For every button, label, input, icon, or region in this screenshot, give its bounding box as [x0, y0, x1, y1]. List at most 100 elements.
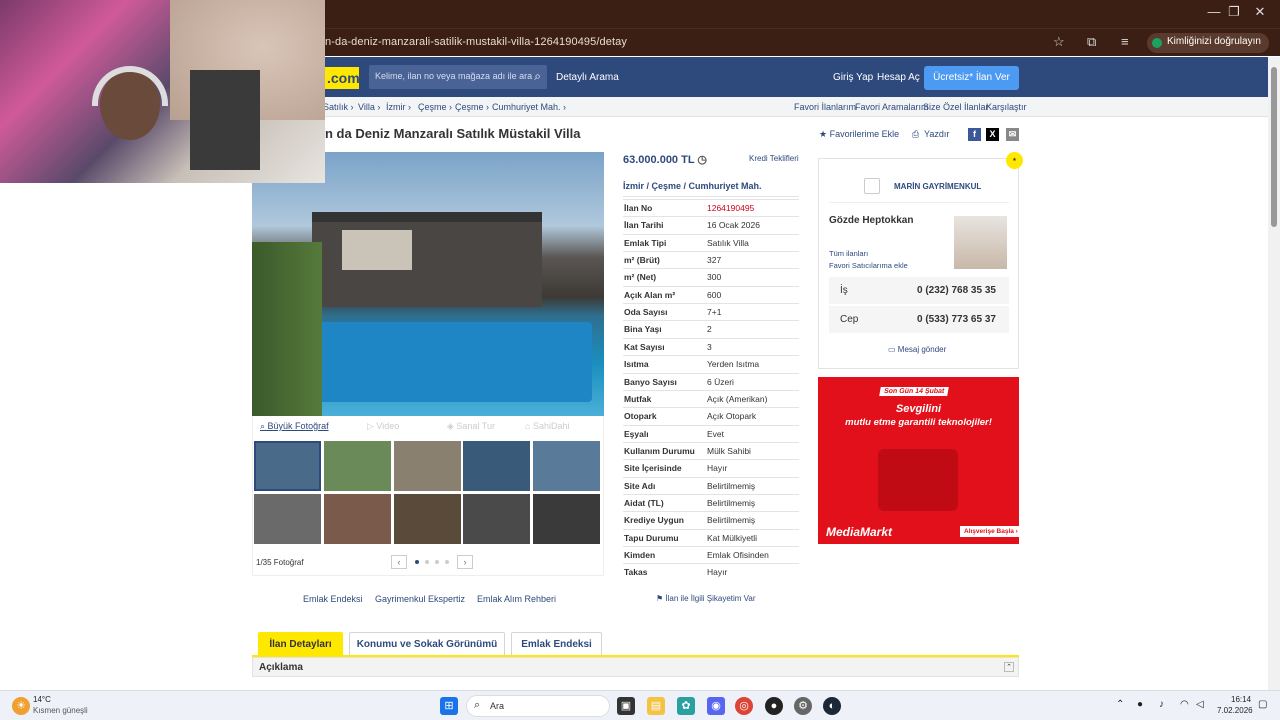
- breadcrumb-item[interactable]: Cumhuriyet Mah. ›: [492, 102, 566, 112]
- thumbnail[interactable]: [533, 441, 600, 491]
- pager-dot[interactable]: [435, 560, 439, 564]
- facebook-icon[interactable]: f: [968, 128, 981, 141]
- weather-icon[interactable]: ☀: [12, 697, 30, 715]
- thumbnail[interactable]: [394, 494, 461, 544]
- thumbnail[interactable]: [254, 441, 321, 491]
- notification-icon[interactable]: ▢: [1258, 699, 1267, 710]
- print-link[interactable]: Yazdır: [924, 129, 949, 139]
- footer-link-guide[interactable]: Emlak Alım Rehberi: [477, 594, 556, 604]
- special-listings-link[interactable]: Size Özel İlanlar: [923, 102, 989, 112]
- tray-chevron-icon[interactable]: ⌃: [1116, 699, 1124, 710]
- scrollbar-thumb[interactable]: [1271, 67, 1277, 227]
- thumbnail[interactable]: [254, 494, 321, 544]
- extensions-icon[interactable]: ⧉: [1087, 34, 1096, 50]
- page-scrollbar[interactable]: [1268, 57, 1280, 690]
- seller-badge-icon: ★: [1006, 152, 1023, 169]
- signup-link[interactable]: Hesap Aç: [877, 72, 920, 83]
- wifi-icon[interactable]: ◠: [1180, 699, 1189, 710]
- virtual-tour-link[interactable]: ◈ Sanal Tur: [447, 421, 495, 432]
- thumbnail[interactable]: [324, 441, 391, 491]
- all-listings-link[interactable]: Tüm ilanları: [829, 249, 868, 258]
- ad-button[interactable]: Alışverişe Başla ›: [960, 526, 1019, 537]
- big-photo-link[interactable]: ⌕ Büyük Fotoğraf: [260, 421, 329, 432]
- breadcrumb-item[interactable]: Çeşme ›: [455, 102, 489, 112]
- location-breadcrumb[interactable]: İzmir / Çeşme / Cumhuriyet Mah.: [623, 181, 762, 191]
- fav-seller-link[interactable]: Favori Satıcılarıma ekle: [829, 261, 908, 270]
- owner-link[interactable]: ⌂ SahiDahi: [525, 421, 569, 431]
- add-favorite-link[interactable]: ★ Favorilerime Ekle: [819, 129, 899, 140]
- taskbar-search[interactable]: ⌕ Ara: [466, 695, 610, 717]
- search-icon[interactable]: ⌕: [534, 69, 541, 84]
- advertisement-banner[interactable]: Son Gün 14 Şubat Sevgilini mutlu etme ga…: [818, 377, 1019, 544]
- collapse-icon[interactable]: ⌃: [1004, 662, 1014, 672]
- steam-icon[interactable]: ◐: [823, 697, 841, 715]
- thumbnail[interactable]: [533, 494, 600, 544]
- footer-link-index[interactable]: Emlak Endeksi: [303, 594, 363, 604]
- clock-date[interactable]: 7.02.2026: [1217, 706, 1253, 715]
- print-icon[interactable]: ⎙: [912, 129, 919, 140]
- company-logo[interactable]: [864, 178, 880, 194]
- breadcrumb-item[interactable]: Villa ›: [358, 102, 380, 112]
- discord-icon[interactable]: ◉: [707, 697, 725, 715]
- mail-icon[interactable]: ✉: [1006, 128, 1019, 141]
- task-view-icon[interactable]: ▣: [617, 697, 635, 715]
- thumbnail[interactable]: [463, 494, 530, 544]
- media-icon[interactable]: ≡: [1121, 34, 1129, 49]
- verify-identity-chip[interactable]: Kimliğinizi doğrulayın: [1147, 33, 1269, 53]
- pager-dot[interactable]: [415, 560, 419, 564]
- main-photo[interactable]: [252, 152, 604, 416]
- work-phone-row[interactable]: İş 0 (232) 768 35 35: [829, 277, 1009, 304]
- url-text[interactable]: n-da-deniz-manzarali-satilik-mustakil-vi…: [325, 36, 627, 48]
- detail-value: Belirtilmemiş: [707, 515, 756, 526]
- microphone-icon[interactable]: ♪: [1159, 699, 1164, 710]
- prev-photo-button[interactable]: ‹: [391, 555, 407, 569]
- detail-label: Site Adı: [624, 480, 656, 491]
- app-icon[interactable]: ✿: [677, 697, 695, 715]
- tab-listing-details[interactable]: İlan Detayları: [258, 632, 343, 656]
- pager-dot[interactable]: [425, 560, 429, 564]
- post-listing-button[interactable]: Ücretsiz* İlan Ver: [924, 66, 1019, 90]
- breadcrumb-item[interactable]: İzmir ›: [386, 102, 411, 112]
- site-logo[interactable]: .com: [325, 67, 360, 89]
- chrome-icon[interactable]: ◎: [735, 697, 753, 715]
- tab-location[interactable]: Konumu ve Sokak Görünümü: [349, 632, 505, 656]
- credit-offers-link[interactable]: Kredi Teklifleri: [749, 154, 799, 163]
- description-header[interactable]: Açıklama ⌃: [252, 657, 1019, 677]
- thumbnail[interactable]: [394, 441, 461, 491]
- obs-icon[interactable]: ●: [765, 697, 783, 715]
- favorite-searches-link[interactable]: Favori Aramalarım: [855, 102, 929, 112]
- close-window-button[interactable]: ✕: [1240, 4, 1280, 20]
- send-message-link[interactable]: ▭ Mesaj gönder: [888, 345, 946, 354]
- login-link[interactable]: Giriş Yap: [833, 72, 873, 83]
- footer-link-expertise[interactable]: Gayrimenkul Ekspertiz: [375, 594, 465, 604]
- thumbnail[interactable]: [324, 494, 391, 544]
- volume-icon[interactable]: ◁: [1196, 699, 1204, 710]
- price-value: 63.000.000 TL: [623, 154, 695, 166]
- taskbar-search-label: Ara: [490, 701, 505, 711]
- breadcrumb-item[interactable]: Satılık ›: [323, 102, 354, 112]
- clock-time[interactable]: 16:14: [1231, 695, 1251, 704]
- search-input[interactable]: Kelime, ilan no veya mağaza adı ile ara …: [369, 65, 547, 89]
- tray-app-icon[interactable]: ●: [1137, 699, 1143, 710]
- x-icon[interactable]: X: [986, 128, 999, 141]
- breadcrumb-item[interactable]: Çeşme ›: [418, 102, 452, 112]
- next-photo-button[interactable]: ›: [457, 555, 473, 569]
- compare-link[interactable]: Karşılaştır: [986, 102, 1027, 112]
- company-name[interactable]: MARİN GAYRİMENKUL: [894, 182, 981, 191]
- pager-dot[interactable]: [445, 560, 449, 564]
- history-icon[interactable]: ◷: [697, 154, 707, 166]
- mobile-phone-row[interactable]: Cep 0 (533) 773 65 37: [829, 306, 1009, 333]
- tab-real-estate-index[interactable]: Emlak Endeksi: [511, 632, 602, 656]
- video-link[interactable]: ▷ Video: [367, 421, 399, 432]
- send-message-label: Mesaj gönder: [897, 345, 947, 354]
- detail-label: Kullanım Durumu: [624, 445, 695, 456]
- detailed-search-link[interactable]: Detaylı Arama: [556, 72, 619, 83]
- start-icon[interactable]: ⊞: [440, 697, 458, 715]
- complaint-link[interactable]: ⚑ İlan ile İlgili Şikayetim Var: [656, 594, 756, 603]
- favorite-listings-link[interactable]: Favori İlanlarım: [794, 102, 856, 112]
- settings-icon[interactable]: ⚙: [794, 697, 812, 715]
- star-icon[interactable]: ☆: [1053, 34, 1065, 50]
- detail-value: Açık (Amerikan): [707, 393, 768, 404]
- thumbnail[interactable]: [463, 441, 530, 491]
- file-explorer-icon[interactable]: ▤: [647, 697, 665, 715]
